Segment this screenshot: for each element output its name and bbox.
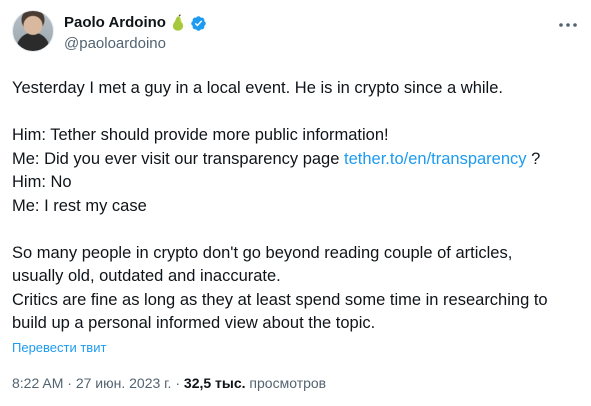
- more-options-button[interactable]: [556, 14, 580, 34]
- tweet-text: Yesterday I met a guy in a local event. …: [12, 77, 582, 336]
- tweet-metadata: 8:22 AM · 27 июн. 2023 г. · 32,5 тыс. пр…: [12, 374, 326, 392]
- author-display-name[interactable]: Paolo Ardoino: [64, 14, 166, 32]
- author-name-row: Paolo Ardoino: [64, 14, 207, 32]
- author-handle[interactable]: @paoloardoino: [64, 35, 166, 53]
- separator: ·: [63, 375, 76, 391]
- tweet-date[interactable]: 27 июн. 2023 г.: [76, 375, 172, 391]
- tweet-paragraph: So many people in crypto don't go beyond…: [12, 242, 582, 336]
- text-line: usually old, outdated and inaccurate.: [12, 267, 281, 285]
- views-count[interactable]: 32,5 тыс.: [184, 375, 246, 391]
- transparency-link[interactable]: tether.to/en/transparency: [344, 150, 527, 168]
- views-label: просмотров: [245, 375, 327, 391]
- text-segment: ?: [526, 149, 541, 168]
- pear-icon: [170, 14, 186, 32]
- verified-icon[interactable]: [190, 15, 207, 32]
- tweet: Paolo Ardoino @paoloardoino Yesterday I …: [0, 0, 591, 406]
- text-line: Yesterday I met a guy in a local event. …: [12, 79, 503, 97]
- text-line-with-link: Me: Did you ever visit our transparency …: [12, 148, 582, 172]
- text-line: build up a personal informed view about …: [12, 314, 376, 332]
- tweet-paragraph: Him: Tether should provide more public i…: [12, 124, 582, 218]
- text-line: Him: No: [12, 173, 72, 191]
- tweet-paragraph: Yesterday I met a guy in a local event. …: [12, 77, 582, 101]
- ellipsis-icon: [558, 15, 578, 33]
- translate-tweet-link[interactable]: Перевести твит: [12, 340, 106, 356]
- separator: ·: [171, 375, 184, 391]
- text-line: So many people in crypto don't go beyond…: [12, 243, 513, 262]
- text-line: Him: Tether should provide more public i…: [12, 126, 389, 144]
- text-line: Me: I rest my case: [12, 196, 147, 215]
- avatar[interactable]: [12, 10, 54, 52]
- tweet-time[interactable]: 8:22 AM: [12, 375, 63, 391]
- text-line: Critics are fine as long as they at leas…: [12, 290, 548, 309]
- text-segment: Me: Did you ever visit our transparency …: [12, 149, 344, 168]
